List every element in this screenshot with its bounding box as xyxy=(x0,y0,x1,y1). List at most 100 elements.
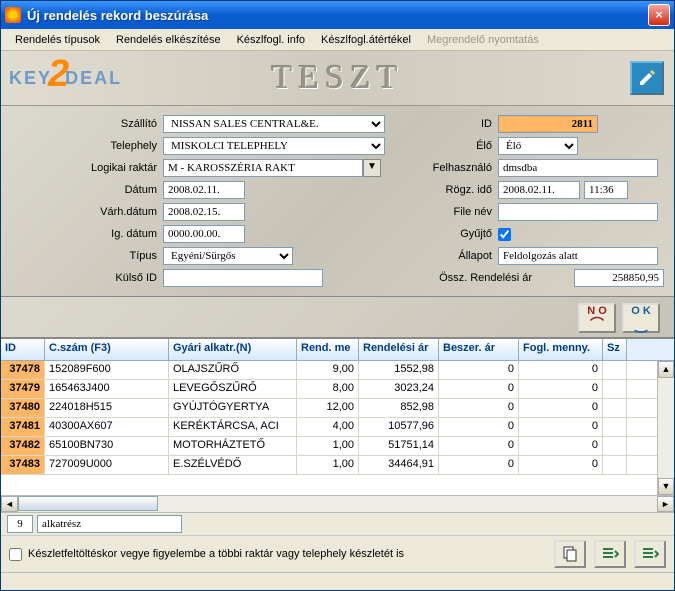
elo-select[interactable]: Élő xyxy=(498,137,578,155)
felhasznalo-input[interactable] xyxy=(498,159,658,177)
cell-id: 37483 xyxy=(1,456,45,474)
stock-checkbox-label[interactable]: Készletfeltöltéskor vegye figyelembe a t… xyxy=(9,548,404,561)
cell-cszam: 727009U000 xyxy=(45,456,169,474)
tipus-select[interactable]: Egyéni/Sürgős xyxy=(163,247,293,265)
cell-sz xyxy=(603,380,627,398)
cell-rendme: 1,00 xyxy=(297,437,359,455)
label-varhdatum: Várh.dátum xyxy=(11,206,163,218)
action-row: N O⌒ O K‿ xyxy=(1,297,674,338)
cell-sz xyxy=(603,361,627,379)
cell-id: 37482 xyxy=(1,437,45,455)
cell-sz xyxy=(603,418,627,436)
col-beszar[interactable]: Beszer. ár xyxy=(439,339,519,360)
gyujto-checkbox[interactable] xyxy=(498,228,511,241)
label-telephely: Telephely xyxy=(11,140,163,152)
cell-foglmenny: 0 xyxy=(519,418,603,436)
menu-rendeleselkeszitese[interactable]: Rendelés elkészítése xyxy=(108,31,229,49)
footer-row-2: Készletfeltöltéskor vegye figyelembe a t… xyxy=(1,535,674,572)
scroll-down-icon[interactable]: ▼ xyxy=(658,478,674,495)
col-rendme[interactable]: Rend. me xyxy=(297,339,359,360)
menu-rendelestipusok[interactable]: Rendelés típusok xyxy=(7,31,108,49)
allapot-input[interactable] xyxy=(498,247,658,265)
cell-sz xyxy=(603,399,627,417)
cell-beszar: 0 xyxy=(439,418,519,436)
hscroll-thumb[interactable] xyxy=(18,496,158,511)
close-button[interactable]: × xyxy=(648,4,670,26)
scroll-right-icon[interactable]: ► xyxy=(657,496,674,512)
menu-keszlfoglinfo[interactable]: Készlfogl. info xyxy=(229,31,313,49)
no-button[interactable]: N O⌒ xyxy=(578,303,616,333)
label-szallito: Szállító xyxy=(11,118,163,130)
titlebar[interactable]: Új rendelés rekord beszúrása × xyxy=(1,1,674,29)
label-gyujto: Gyűjtő xyxy=(388,228,498,240)
scroll-track[interactable] xyxy=(658,378,674,478)
cell-beszar: 0 xyxy=(439,380,519,398)
cell-rendar: 852,98 xyxy=(359,399,439,417)
label-datum: Dátum xyxy=(11,184,163,196)
table-row[interactable]: 37479165463J400LEVEGŐSZŰRŐ8,003023,2400 xyxy=(1,380,674,399)
app-icon xyxy=(5,7,21,23)
datum-input[interactable] xyxy=(163,181,245,199)
scroll-left-icon[interactable]: ◄ xyxy=(1,496,18,512)
cell-cszam: 165463J400 xyxy=(45,380,169,398)
varhdatum-input[interactable] xyxy=(163,203,245,221)
cell-gyari: MOTORHÁZTETŐ xyxy=(169,437,297,455)
list-button-2[interactable] xyxy=(634,540,666,568)
cell-foglmenny: 0 xyxy=(519,399,603,417)
label-igdatum: Ig. dátum xyxy=(11,228,163,240)
cell-cszam: 224018H515 xyxy=(45,399,169,417)
logo-key: KEY xyxy=(9,68,52,89)
col-id[interactable]: ID xyxy=(1,339,45,360)
kulsoid-input[interactable] xyxy=(163,269,323,287)
szallito-select[interactable]: NISSAN SALES CENTRAL&E. xyxy=(163,115,385,133)
lograktar-dropdown-button[interactable]: ▼ xyxy=(363,159,381,177)
col-foglmenny[interactable]: Fogl. menny. xyxy=(519,339,603,360)
scroll-up-icon[interactable]: ▲ xyxy=(658,361,674,378)
cell-beszar: 0 xyxy=(439,361,519,379)
igdatum-input[interactable] xyxy=(163,225,245,243)
col-rendar[interactable]: Rendelési ár xyxy=(359,339,439,360)
copy-icon xyxy=(561,545,579,563)
grid-body: 37478152089F600OLAJSZŰRŐ9,001552,9800374… xyxy=(1,361,674,495)
rogzido-time[interactable] xyxy=(584,181,628,199)
cell-beszar: 0 xyxy=(439,399,519,417)
cell-id: 37480 xyxy=(1,399,45,417)
telephely-select[interactable]: MISKOLCI TELEPHELY xyxy=(163,137,385,155)
cell-rendme: 8,00 xyxy=(297,380,359,398)
pencil-icon xyxy=(637,68,657,88)
hscroll-track[interactable] xyxy=(18,496,657,512)
col-cszam[interactable]: C.szám (F3) xyxy=(45,339,169,360)
table-row[interactable]: 37480224018H515GYÚJTÓGYERTYA12,00852,980… xyxy=(1,399,674,418)
record-count[interactable] xyxy=(7,515,33,533)
menubar: Rendelés típusok Rendelés elkészítése Ké… xyxy=(1,29,674,51)
cell-rendme: 1,00 xyxy=(297,456,359,474)
horizontal-scrollbar[interactable]: ◄ ► xyxy=(1,495,674,512)
rogzido-date[interactable] xyxy=(498,181,580,199)
col-sz[interactable]: Sz xyxy=(603,339,627,360)
label-elo: Élő xyxy=(388,140,498,152)
list-button-1[interactable] xyxy=(594,540,626,568)
cell-id: 37479 xyxy=(1,380,45,398)
table-row[interactable]: 3748140300AX607KERÉKTÁRCSA, ACI4,0010577… xyxy=(1,418,674,437)
stock-checkbox[interactable] xyxy=(9,548,22,561)
table-row[interactable]: 3748265100BN730MOTORHÁZTETŐ1,0051751,140… xyxy=(1,437,674,456)
cell-rendar: 1552,98 xyxy=(359,361,439,379)
cell-gyari: OLAJSZŰRŐ xyxy=(169,361,297,379)
filenev-input[interactable] xyxy=(498,203,658,221)
menu-keszlfoglatertekel[interactable]: Készlfogl.átértékel xyxy=(313,31,419,49)
id-field[interactable] xyxy=(498,115,598,133)
app-window: Új rendelés rekord beszúrása × Rendelés … xyxy=(0,0,675,591)
lograktar-input[interactable] xyxy=(163,159,363,177)
table-row[interactable]: 37478152089F600OLAJSZŰRŐ9,001552,9800 xyxy=(1,361,674,380)
label-tipus: Típus xyxy=(11,250,163,262)
part-filter[interactable] xyxy=(37,515,182,533)
osszar-input[interactable] xyxy=(574,269,664,287)
form-area: Szállító NISSAN SALES CENTRAL&E. ID Tele… xyxy=(1,106,674,297)
col-gyari[interactable]: Gyári alkatr.(N) xyxy=(169,339,297,360)
table-row[interactable]: 37483727009U000E.SZÉLVÉDŐ1,0034464,9100 xyxy=(1,456,674,475)
ok-button[interactable]: O K‿ xyxy=(622,303,660,333)
copy-button[interactable] xyxy=(554,540,586,568)
cell-id: 37481 xyxy=(1,418,45,436)
vertical-scrollbar[interactable]: ▲ ▼ xyxy=(657,361,674,495)
edit-button[interactable] xyxy=(630,61,664,95)
